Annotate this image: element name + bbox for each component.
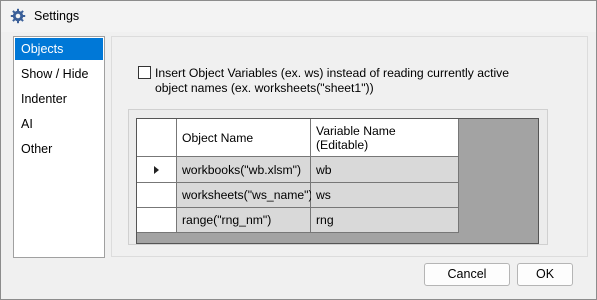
object-name-text: range("rng_nm")	[182, 213, 272, 227]
table-cell-variable-name[interactable]: ws	[311, 183, 459, 208]
table-cell-variable-name[interactable]: wb	[311, 157, 459, 183]
variable-name-text: ws	[316, 188, 331, 202]
window-title: Settings	[34, 9, 80, 23]
variable-name-text: wb	[316, 162, 332, 177]
sidebar-item-other[interactable]: Other	[15, 138, 103, 160]
column-header-object-name-label: Object Name	[182, 130, 254, 145]
cancel-button[interactable]: Cancel	[424, 263, 510, 286]
object-variables-grid[interactable]: Object Name Variable Name (Editable) wor…	[136, 118, 539, 244]
variable-name-text: rng	[316, 213, 334, 227]
column-header-variable-name[interactable]: Variable Name (Editable)	[311, 119, 459, 157]
insert-object-variables-label-line1: Insert Object Variables (ex. ws) instead…	[155, 66, 510, 80]
insert-object-variables-checkbox[interactable]	[138, 66, 151, 79]
row-header[interactable]	[137, 183, 177, 208]
table-cell-variable-name[interactable]: rng	[311, 208, 459, 233]
grid-corner-header	[137, 119, 177, 157]
table-cell-object-name[interactable]: worksheets("ws_name")	[177, 183, 313, 208]
table-cell-object-name[interactable]: workbooks("wb.xlsm")	[177, 157, 311, 183]
row-header-current[interactable]	[137, 157, 177, 183]
current-row-arrow-icon	[154, 165, 159, 174]
table-cell-object-name[interactable]: range("rng_nm")	[177, 208, 311, 233]
insert-object-variables-label-line2: object names (ex. worksheets("sheet1"))	[155, 81, 374, 95]
sidebar-item-indenter[interactable]: Indenter	[15, 88, 103, 110]
column-header-variable-name-label: Variable Name	[316, 123, 396, 138]
gear-icon	[10, 8, 26, 24]
ok-button[interactable]: OK	[517, 263, 573, 286]
insert-object-variables-label[interactable]: Insert Object Variables (ex. ws) instead…	[155, 66, 515, 96]
column-header-object-name[interactable]: Object Name	[177, 119, 311, 157]
object-name-text: worksheets("ws_name")	[182, 188, 313, 202]
sidebar-item-objects[interactable]: Objects	[15, 38, 103, 60]
title-bar: Settings	[1, 1, 596, 32]
sidebar-item-show-hide[interactable]: Show / Hide	[15, 63, 103, 85]
settings-category-list[interactable]: Objects Show / Hide Indenter AI Other	[13, 36, 105, 258]
column-header-editable-note: (Editable)	[316, 137, 369, 152]
sidebar-item-ai[interactable]: AI	[15, 113, 103, 135]
row-header[interactable]	[137, 208, 177, 233]
object-name-text: workbooks("wb.xlsm")	[182, 162, 302, 177]
